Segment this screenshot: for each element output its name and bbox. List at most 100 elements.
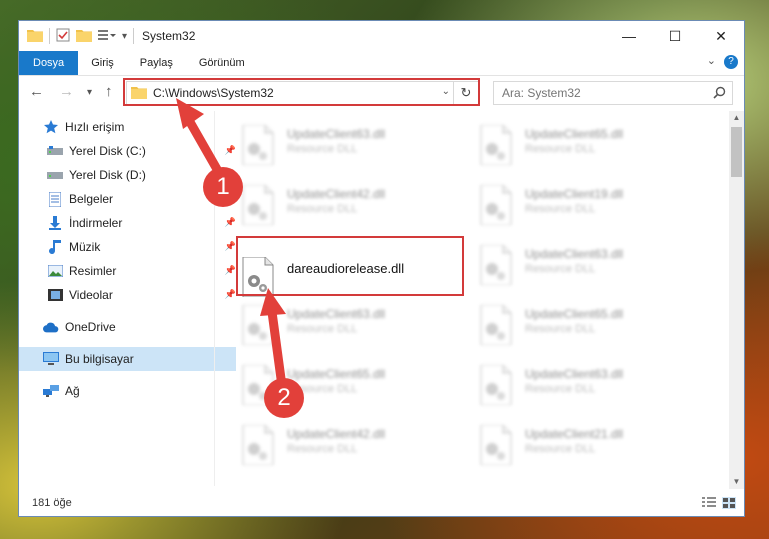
file-type: Resource DLL [525,323,596,335]
file-name: UpdateClient65.dll [287,367,386,381]
star-icon [43,119,59,135]
file-name: UpdateClient42.dll [287,427,386,441]
list-item[interactable]: UpdateClient63.dll Resource DLL [219,297,449,349]
sidebar-item-label: Müzik [69,240,101,254]
tab-paylas[interactable]: Paylaş [127,51,186,75]
dll-file-icon [241,304,275,348]
dll-file-icon [479,364,513,408]
videos-icon [47,287,63,303]
tab-gorunum[interactable]: Görünüm [186,51,258,75]
close-button[interactable]: ✕ [698,21,744,51]
file-name: UpdateClient63.dll [525,367,624,381]
file-name: UpdateClient19.dll [525,187,624,201]
sidebar-item-music[interactable]: Müzik 📌 [19,235,240,259]
file-name: UpdateClient63.dll [287,307,386,321]
scroll-up-icon[interactable]: ▲ [729,111,744,125]
file-name: UpdateClient63.dll [525,247,624,261]
file-highlight-box [236,236,464,296]
search-input[interactable] [500,85,704,101]
sidebar-item-videos[interactable]: Videolar 📌 [19,283,240,307]
back-arrow-icon[interactable]: ← [29,83,44,100]
dll-file-icon [241,184,275,228]
list-item[interactable]: UpdateClient63.dll Resource DLL [219,117,449,169]
window-title: System32 [142,29,196,43]
search-icon[interactable] [713,86,726,102]
expand-ribbon-icon[interactable]: ⌄ [707,54,716,67]
search-box[interactable] [493,81,733,105]
list-item[interactable]: UpdateClient63.dll Resource DLL [457,237,687,289]
step-badge-1: 1 [203,167,243,207]
dll-file-icon [241,424,275,468]
file-name: UpdateClient65.dll [525,127,624,141]
file-type: Resource DLL [287,203,358,215]
folder-icon[interactable] [27,28,43,45]
network-icon [43,383,59,399]
minimize-button[interactable]: — [606,21,652,51]
sidebar-item-pictures[interactable]: Resimler 📌 [19,259,240,283]
maximize-button[interactable]: ☐ [652,21,698,51]
item-count: 181 öğe [32,497,72,509]
tab-giris[interactable]: Giriş [78,51,127,75]
sidebar-item-label: Yerel Disk (C:) [69,144,146,158]
file-type: Resource DLL [287,443,358,455]
sidebar-item-network[interactable]: Ağ [19,379,236,403]
drive-icon [47,167,63,183]
sidebar-item-label: Videolar [69,288,113,302]
dll-file-icon [479,124,513,168]
music-icon [47,239,63,255]
pane-divider[interactable] [214,111,215,486]
list-item[interactable]: UpdateClient42.dll Resource DLL [219,417,449,469]
forward-arrow-icon[interactable]: → [59,83,74,100]
sidebar-item-label: Hızlı erişim [65,120,125,134]
toolbar-separator [133,28,135,44]
list-item[interactable]: UpdateClient65.dll Resource DLL [219,357,449,409]
window-controls: — ☐ ✕ [606,21,744,51]
pictures-icon [47,263,63,279]
file-type: Resource DLL [525,383,596,395]
large-icons-view-icon[interactable] [722,497,736,509]
sidebar-item-label: OneDrive [65,320,116,334]
list-item[interactable]: UpdateClient65.dll Resource DLL [457,117,687,169]
sidebar-item-downloads[interactable]: İndirmeler 📌 [19,211,240,235]
tab-dosya[interactable]: Dosya [19,51,79,75]
quick-access-toolbar: ▾ [27,28,135,45]
details-view-icon[interactable] [702,497,716,509]
sidebar-item-label: Bu bilgisayar [65,352,134,366]
toolbar-separator [49,28,50,44]
dll-file-icon [241,124,275,168]
file-name: UpdateClient21.dll [525,427,624,441]
sidebar-item-label: Yerel Disk (D:) [69,168,146,182]
file-type: Resource DLL [525,143,596,155]
sidebar-item-local-disk-c[interactable]: Yerel Disk (C:) 📌 [19,139,240,163]
vertical-scrollbar[interactable]: ▲ ▼ [729,111,744,489]
new-folder-icon[interactable] [76,28,92,45]
file-type: Resource DLL [525,263,596,275]
help-button[interactable]: ? [724,55,738,69]
sidebar-item-label: Ağ [65,384,80,398]
customize-toolbar-icon[interactable] [98,29,116,44]
scroll-down-icon[interactable]: ▼ [729,475,744,489]
list-item[interactable]: UpdateClient19.dll Resource DLL [457,177,687,229]
download-icon [47,215,63,231]
list-item[interactable]: UpdateClient42.dll Resource DLL [219,177,449,229]
properties-icon[interactable] [56,28,70,45]
sidebar-item-onedrive[interactable]: OneDrive [19,315,236,339]
sidebar-item-this-pc[interactable]: Bu bilgisayar [19,347,236,371]
scrollbar-thumb[interactable] [731,127,742,177]
list-item[interactable]: UpdateClient63.dll Resource DLL [457,357,687,409]
sidebar-item-label: Belgeler [69,192,114,206]
sidebar-item-label: Resimler [69,264,117,278]
file-type: Resource DLL [287,143,358,155]
list-item[interactable]: UpdateClient21.dll Resource DLL [457,417,687,469]
dll-file-icon [479,184,513,228]
title-bar: ▾ System32 — ☐ ✕ [19,21,744,51]
step-badge-2: 2 [264,378,304,418]
up-arrow-icon[interactable]: ↑ [105,83,113,100]
cloud-icon [43,319,59,335]
chevron-down-icon[interactable]: ▾ [122,31,127,42]
sidebar-item-quick-access[interactable]: Hızlı erişim [19,115,236,139]
navigation-pane: Hızlı erişim Yerel Disk (C:) 📌 Yerel Dis… [19,115,236,485]
recent-locations-icon[interactable]: ▾ [87,87,92,98]
list-item[interactable]: UpdateClient65.dll Resource DLL [457,297,687,349]
file-type: Resource DLL [525,203,596,215]
